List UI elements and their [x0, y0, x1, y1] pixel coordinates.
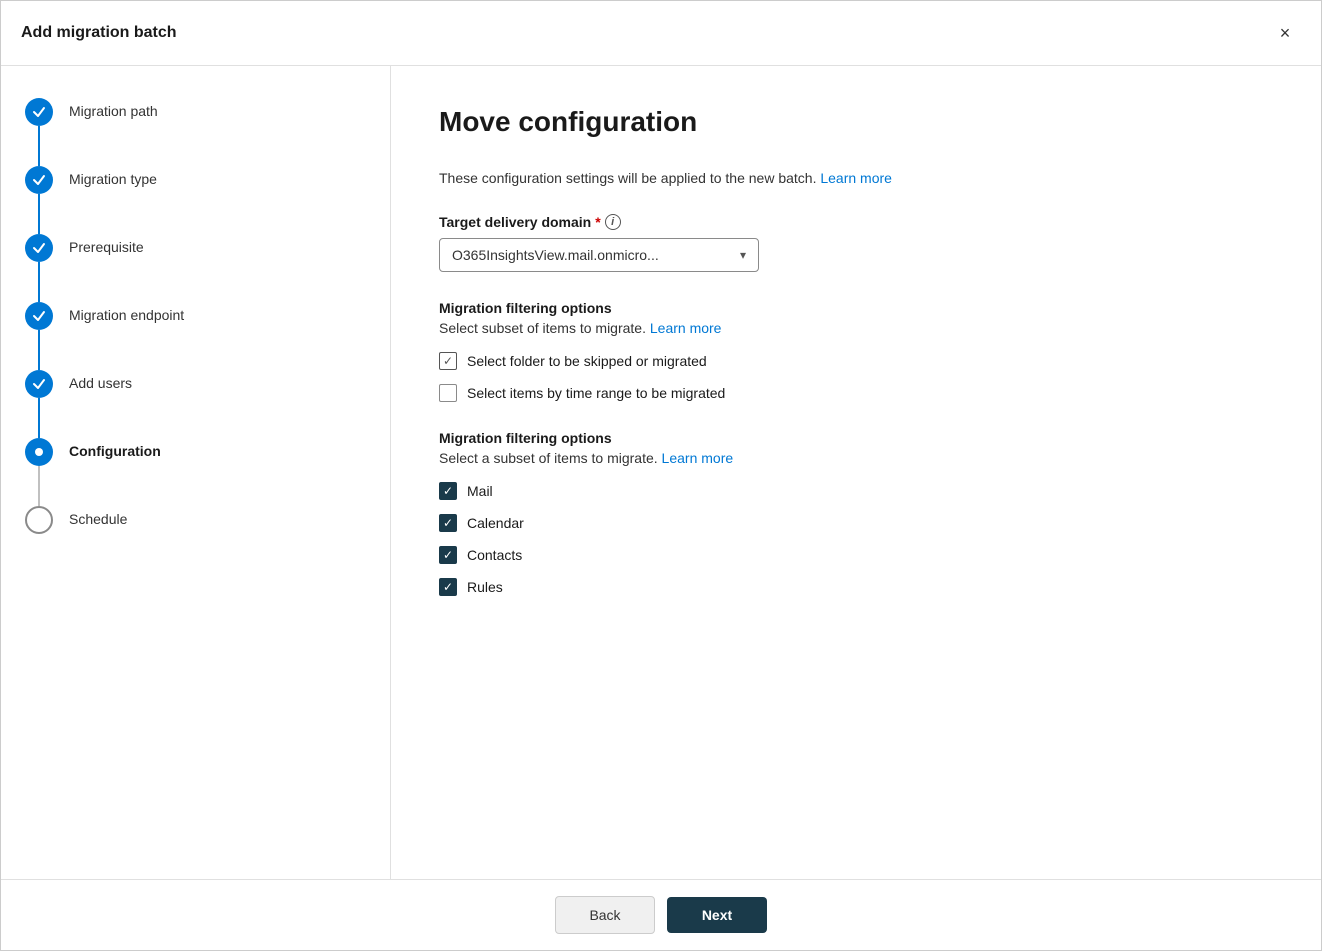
filtering-section-1-title: Migration filtering options	[439, 300, 1273, 316]
checkmark-icon	[32, 105, 46, 119]
step-circle-migration-type	[25, 166, 53, 194]
next-button[interactable]: Next	[667, 897, 767, 933]
checkbox-skip-folder-label: Select folder to be skipped or migrated	[467, 353, 707, 369]
dialog-title: Add migration batch	[21, 24, 177, 42]
page-title: Move configuration	[439, 106, 1273, 138]
dialog-body: Migration path Migration type	[1, 66, 1321, 879]
step-connector-migration-path	[25, 98, 53, 166]
checkbox-time-range-label: Select items by time range to be migrate…	[467, 385, 725, 401]
checkbox-skip-folder-input[interactable]: ✓	[439, 352, 457, 370]
step-row-add-users: Add users	[25, 370, 366, 438]
checkmark-icon-calendar: ✓	[443, 516, 453, 530]
step-connector-migration-type	[25, 166, 53, 234]
required-indicator: *	[595, 214, 600, 230]
dropdown-value: O365InsightsView.mail.onmicro...	[452, 247, 659, 263]
step-row-schedule: Schedule	[25, 506, 366, 534]
checkbox-rules-input[interactable]: ✓	[439, 578, 457, 596]
step-row-configuration: Configuration	[25, 438, 366, 506]
target-delivery-domain-dropdown[interactable]: O365InsightsView.mail.onmicro... ▾	[439, 238, 759, 272]
chevron-down-icon: ▾	[740, 248, 746, 262]
checkbox-rules-label: Rules	[467, 579, 503, 595]
dialog-header: Add migration batch ×	[1, 1, 1321, 66]
checkmark-icon-contacts: ✓	[443, 548, 453, 562]
step-connector-configuration	[25, 438, 53, 506]
step-connector-add-users	[25, 370, 53, 438]
checkmark-icon-4	[32, 309, 46, 323]
checkbox-contacts-label: Contacts	[467, 547, 522, 563]
step-connector-migration-endpoint	[25, 302, 53, 370]
step-line-4	[38, 330, 40, 370]
sidebar-item-label-migration-endpoint: Migration endpoint	[69, 302, 184, 326]
dot-icon	[34, 447, 44, 457]
learn-more-link-1[interactable]: Learn more	[820, 170, 892, 186]
step-circle-migration-path	[25, 98, 53, 126]
step-circle-schedule	[25, 506, 53, 534]
checkbox-time-range: Select items by time range to be migrate…	[439, 384, 1273, 402]
step-circle-prerequisite	[25, 234, 53, 262]
step-circle-add-users	[25, 370, 53, 398]
sidebar-item-label-schedule: Schedule	[69, 506, 127, 530]
filtering-section-1-desc: Select subset of items to migrate. Learn…	[439, 320, 1273, 336]
checkbox-contacts: ✓ Contacts	[439, 546, 1273, 564]
checkbox-mail-label: Mail	[467, 483, 493, 499]
step-circle-migration-endpoint	[25, 302, 53, 330]
sidebar-item-label-migration-path: Migration path	[69, 98, 158, 122]
checkbox-calendar-input[interactable]: ✓	[439, 514, 457, 532]
back-button[interactable]: Back	[555, 896, 655, 934]
target-delivery-domain-label: Target delivery domain * i	[439, 214, 1273, 230]
sidebar-item-label-migration-type: Migration type	[69, 166, 157, 190]
close-button[interactable]: ×	[1269, 17, 1301, 49]
filtering-section-2-title: Migration filtering options	[439, 430, 1273, 446]
checkbox-rules: ✓ Rules	[439, 578, 1273, 596]
step-line-3	[38, 262, 40, 302]
step-list: Migration path Migration type	[25, 98, 366, 534]
checkmark-icon-skip-folder: ✓	[443, 354, 453, 368]
main-content: Move configuration These configuration s…	[391, 66, 1321, 879]
checkbox-calendar-label: Calendar	[467, 515, 524, 531]
target-delivery-domain-field: Target delivery domain * i O365InsightsV…	[439, 214, 1273, 272]
description-text: These configuration settings will be app…	[439, 170, 1273, 186]
sidebar-item-label-add-users: Add users	[69, 370, 132, 394]
filtering-section-2-desc: Select a subset of items to migrate. Lea…	[439, 450, 1273, 466]
dialog-container: Add migration batch × Migration path	[0, 0, 1322, 951]
checkbox-skip-folder: ✓ Select folder to be skipped or migrate…	[439, 352, 1273, 370]
checkmark-icon-2	[32, 173, 46, 187]
step-connector-prerequisite	[25, 234, 53, 302]
checkmark-icon-mail: ✓	[443, 484, 453, 498]
step-circle-configuration	[25, 438, 53, 466]
checkbox-mail-input[interactable]: ✓	[439, 482, 457, 500]
step-line-1	[38, 126, 40, 166]
step-line-6	[38, 466, 40, 506]
sidebar: Migration path Migration type	[1, 66, 391, 879]
close-icon: ×	[1280, 23, 1291, 44]
checkmark-icon-rules: ✓	[443, 580, 453, 594]
checkmark-icon-5	[32, 377, 46, 391]
step-row-migration-path: Migration path	[25, 98, 366, 166]
sidebar-item-label-configuration: Configuration	[69, 438, 161, 462]
step-line-5	[38, 398, 40, 438]
checkbox-time-range-input[interactable]	[439, 384, 457, 402]
sidebar-item-label-prerequisite: Prerequisite	[69, 234, 144, 258]
step-row-migration-endpoint: Migration endpoint	[25, 302, 366, 370]
info-icon: i	[605, 214, 621, 230]
checkbox-calendar: ✓ Calendar	[439, 514, 1273, 532]
learn-more-link-2[interactable]: Learn more	[650, 320, 722, 336]
checkmark-icon-3	[32, 241, 46, 255]
step-connector-schedule	[25, 506, 53, 534]
learn-more-link-3[interactable]: Learn more	[662, 450, 734, 466]
dialog-footer: Back Next	[1, 879, 1321, 950]
step-row-migration-type: Migration type	[25, 166, 366, 234]
checkbox-contacts-input[interactable]: ✓	[439, 546, 457, 564]
step-line-2	[38, 194, 40, 234]
step-row-prerequisite: Prerequisite	[25, 234, 366, 302]
checkbox-mail: ✓ Mail	[439, 482, 1273, 500]
